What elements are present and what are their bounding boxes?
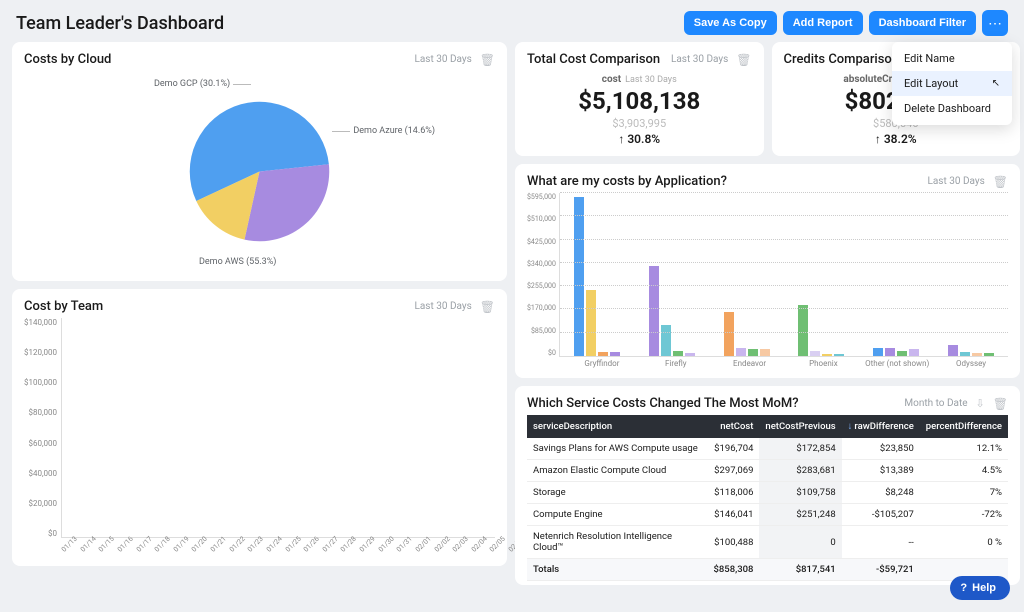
total-cost-value: $5,108,138 bbox=[527, 87, 752, 115]
costs-by-cloud-title: Costs by Cloud bbox=[24, 52, 111, 67]
download-icon[interactable]: ⇩ bbox=[976, 397, 985, 410]
cost-by-team-range: Last 30 Days bbox=[414, 301, 471, 312]
costs-by-app-title: What are my costs by Application? bbox=[527, 174, 727, 189]
trash-icon[interactable]: 🗑 bbox=[480, 300, 495, 314]
help-icon: ? bbox=[960, 582, 967, 594]
table-row[interactable]: Amazon Elastic Compute Cloud$297,069$283… bbox=[527, 460, 1008, 482]
trash-icon[interactable]: 🗑 bbox=[480, 53, 495, 67]
dashboard-filter-button[interactable]: Dashboard Filter bbox=[869, 11, 976, 35]
total-cost-card: Total Cost Comparison Last 30 Days 🗑 cos… bbox=[515, 42, 764, 156]
page-title: Team Leader's Dashboard bbox=[16, 13, 224, 34]
pie-chart bbox=[182, 94, 337, 249]
help-button[interactable]: ? Help bbox=[950, 576, 1010, 600]
more-menu-button[interactable]: ⋯ bbox=[982, 10, 1008, 36]
sort-down-icon: ↓ bbox=[848, 421, 853, 432]
total-cost-prev: $3,903,995 bbox=[527, 117, 752, 130]
save-as-copy-button[interactable]: Save As Copy bbox=[684, 11, 777, 35]
mom-card: Which Service Costs Changed The Most MoM… bbox=[515, 386, 1020, 585]
total-cost-sub: cost bbox=[602, 74, 621, 85]
menu-edit-layout[interactable]: Edit Layout ↖ bbox=[892, 71, 1012, 96]
table-totals: Totals$858,308$817,541-$59,721 bbox=[527, 559, 1008, 581]
costs-by-app-card: What are my costs by Application? Last 3… bbox=[515, 164, 1020, 378]
menu-delete-dashboard[interactable]: Delete Dashboard bbox=[892, 96, 1012, 121]
col-pct[interactable]: percentDifference bbox=[920, 415, 1008, 438]
col-raw[interactable]: ↓rawDifference bbox=[842, 415, 920, 438]
cursor-icon: ↖ bbox=[992, 78, 1000, 89]
total-cost-subrange: Last 30 Days bbox=[625, 75, 677, 85]
total-cost-title: Total Cost Comparison bbox=[527, 52, 660, 67]
trash-icon[interactable]: 🗑 bbox=[993, 175, 1008, 189]
table-row[interactable]: Savings Plans for AWS Compute usage$196,… bbox=[527, 438, 1008, 460]
help-label: Help bbox=[972, 582, 996, 594]
menu-edit-name[interactable]: Edit Name bbox=[892, 46, 1012, 71]
costs-by-cloud-card: Costs by Cloud Last 30 Days 🗑 Demo GCP (… bbox=[12, 42, 507, 281]
mom-title: Which Service Costs Changed The Most MoM… bbox=[527, 396, 799, 411]
pie-label-aws: Demo AWS (55.3%) bbox=[199, 257, 276, 267]
costs-by-cloud-range: Last 30 Days bbox=[414, 54, 471, 65]
col-netcost[interactable]: netCost bbox=[708, 415, 760, 438]
mom-range: Month to Date bbox=[904, 398, 967, 409]
costs-by-app-range: Last 30 Days bbox=[927, 176, 984, 187]
header-actions: Save As Copy Add Report Dashboard Filter… bbox=[684, 10, 1008, 36]
credits-title: Credits Comparison bbox=[784, 52, 900, 67]
trash-icon[interactable]: 🗑 bbox=[993, 397, 1008, 411]
pie-label-gcp: Demo GCP (30.1%) bbox=[154, 79, 251, 89]
total-cost-delta: ↑ 30.8% bbox=[527, 132, 752, 146]
trash-icon[interactable]: 🗑 bbox=[736, 53, 751, 67]
menu-edit-layout-label: Edit Layout bbox=[904, 77, 958, 90]
col-prev[interactable]: netCostPrevious bbox=[759, 415, 841, 438]
mom-table: serviceDescription netCost netCostPrevio… bbox=[527, 415, 1008, 581]
col-service[interactable]: serviceDescription bbox=[527, 415, 708, 438]
pie-label-azure: Demo Azure (14.6%) bbox=[332, 126, 435, 136]
credits-delta: ↑ 38.2% bbox=[784, 132, 1009, 146]
more-dropdown: Edit Name Edit Layout ↖ Delete Dashboard bbox=[892, 42, 1012, 125]
add-report-button[interactable]: Add Report bbox=[783, 11, 863, 35]
cost-by-team-title: Cost by Team bbox=[24, 299, 103, 314]
table-row[interactable]: Storage$118,006$109,758$8,2487% bbox=[527, 482, 1008, 504]
total-cost-range: Last 30 Days bbox=[671, 54, 728, 65]
cost-by-team-card: Cost by Team Last 30 Days 🗑 $140,000$120… bbox=[12, 289, 507, 566]
table-row[interactable]: Compute Engine$146,041$251,248-$105,207-… bbox=[527, 504, 1008, 526]
team-stacked-chart: $140,000$120,000$100,000$80,000$60,000$4… bbox=[24, 318, 495, 556]
app-bar-chart: $595,000$510,000$425,000$340,000$255,000… bbox=[527, 193, 1008, 368]
table-row[interactable]: Netenrich Resolution Intelligence Cloud™… bbox=[527, 526, 1008, 559]
